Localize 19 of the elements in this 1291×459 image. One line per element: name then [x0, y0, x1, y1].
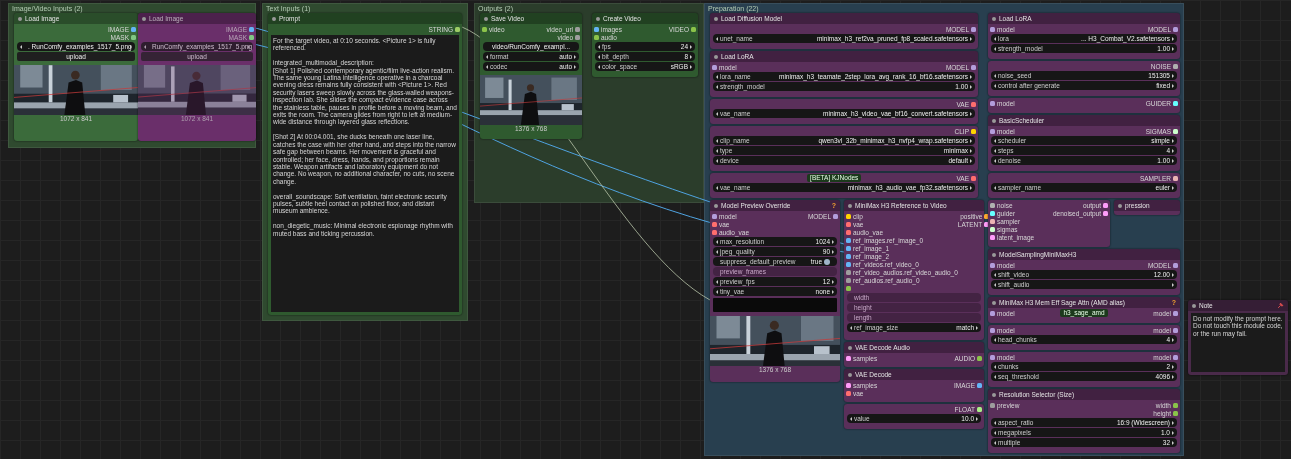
collapse-dot-icon[interactable] [848, 372, 852, 377]
collapse-dot-icon[interactable] [484, 16, 488, 21]
collapse-dot-icon[interactable] [714, 203, 718, 208]
collapse-dot-icon[interactable] [714, 54, 718, 59]
collapse-dot-icon[interactable] [992, 300, 996, 305]
collapse-dot-icon[interactable] [596, 16, 600, 21]
collapse-dot-icon[interactable] [992, 392, 996, 397]
collapse-dot-icon[interactable] [848, 203, 852, 208]
collapse-dot-icon[interactable] [714, 16, 718, 21]
collapse-dot-icon[interactable] [992, 252, 996, 257]
collapse-dot-icon[interactable] [142, 16, 146, 21]
collapse-dot-icon[interactable] [1192, 303, 1196, 308]
collapse-dot-icon[interactable] [272, 16, 276, 21]
collapse-dot-icon[interactable] [848, 345, 852, 350]
collapse-dot-icon[interactable] [1118, 203, 1122, 208]
toggle-switch[interactable] [824, 258, 830, 265]
collapse-dot-icon[interactable] [18, 16, 22, 21]
collapse-dot-icon[interactable] [992, 118, 996, 123]
collapse-dot-icon[interactable] [992, 16, 996, 21]
